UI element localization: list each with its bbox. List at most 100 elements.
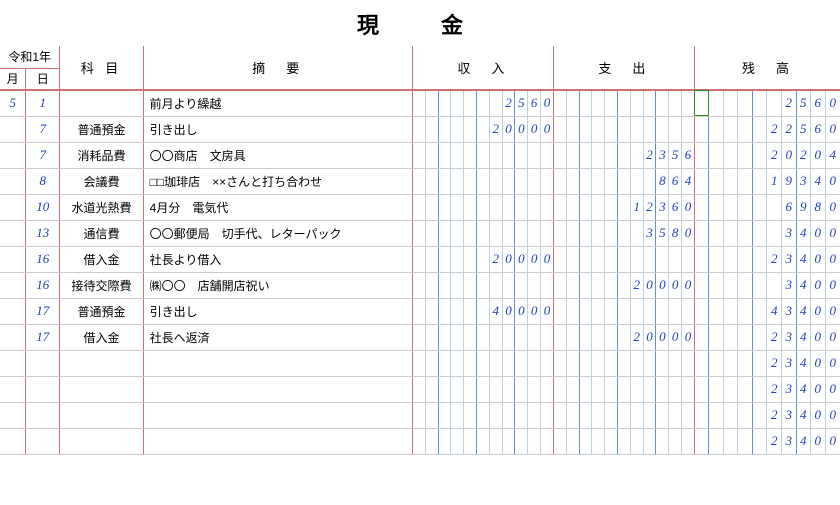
expense-digit[interactable] — [553, 350, 566, 376]
cell-account[interactable]: 会議費 — [60, 168, 143, 194]
income-digit[interactable] — [464, 402, 477, 428]
expense-digit[interactable]: 0 — [682, 272, 695, 298]
expense-digit[interactable] — [682, 298, 695, 324]
income-digit[interactable] — [515, 428, 528, 454]
cell-desc[interactable] — [143, 350, 412, 376]
income-digit[interactable] — [477, 90, 490, 116]
income-digit[interactable] — [438, 402, 451, 428]
income-digit[interactable] — [502, 142, 515, 168]
cell-desc[interactable]: ㈱〇〇 店舗開店祝い — [143, 272, 412, 298]
balance-digit[interactable]: 2 — [782, 90, 797, 116]
cell-day[interactable] — [26, 350, 60, 376]
balance-digit[interactable]: 3 — [782, 246, 797, 272]
balance-digit[interactable] — [752, 350, 767, 376]
income-digit[interactable] — [451, 246, 464, 272]
balance-digit[interactable] — [752, 298, 767, 324]
income-digit[interactable] — [464, 428, 477, 454]
balance-digit[interactable] — [752, 116, 767, 142]
balance-digit[interactable] — [709, 272, 724, 298]
expense-digit[interactable] — [566, 272, 579, 298]
income-digit[interactable] — [438, 90, 451, 116]
expense-digit[interactable] — [643, 376, 656, 402]
expense-digit[interactable]: 8 — [669, 220, 682, 246]
balance-digit[interactable]: 0 — [825, 194, 840, 220]
income-digit[interactable] — [477, 142, 490, 168]
income-digit[interactable]: 0 — [541, 246, 554, 272]
balance-digit[interactable] — [694, 376, 709, 402]
expense-digit[interactable] — [617, 142, 630, 168]
cell-desc[interactable] — [143, 376, 412, 402]
expense-digit[interactable] — [643, 116, 656, 142]
expense-digit[interactable]: 2 — [643, 194, 656, 220]
expense-digit[interactable] — [592, 142, 605, 168]
expense-digit[interactable] — [643, 350, 656, 376]
cell-account[interactable]: 通信費 — [60, 220, 143, 246]
expense-digit[interactable] — [605, 376, 618, 402]
cell-account[interactable] — [60, 402, 143, 428]
balance-digit[interactable] — [694, 116, 709, 142]
balance-digit[interactable] — [694, 272, 709, 298]
balance-digit[interactable]: 0 — [825, 402, 840, 428]
income-digit[interactable] — [412, 220, 425, 246]
balance-digit[interactable]: 4 — [796, 402, 811, 428]
expense-digit[interactable] — [553, 116, 566, 142]
balance-digit[interactable] — [709, 298, 724, 324]
balance-digit[interactable]: 9 — [796, 194, 811, 220]
income-digit[interactable] — [438, 428, 451, 454]
expense-digit[interactable] — [605, 402, 618, 428]
balance-digit[interactable] — [723, 428, 738, 454]
income-digit[interactable] — [541, 142, 554, 168]
cell-account[interactable]: 借入金 — [60, 246, 143, 272]
balance-digit[interactable]: 0 — [811, 220, 826, 246]
balance-digit[interactable]: 2 — [767, 350, 782, 376]
expense-digit[interactable] — [592, 428, 605, 454]
expense-digit[interactable] — [553, 194, 566, 220]
expense-digit[interactable] — [656, 246, 669, 272]
income-digit[interactable] — [412, 246, 425, 272]
expense-digit[interactable] — [579, 428, 592, 454]
income-digit[interactable] — [489, 350, 502, 376]
income-digit[interactable] — [477, 324, 490, 350]
expense-digit[interactable]: 1 — [630, 194, 643, 220]
expense-digit[interactable] — [656, 376, 669, 402]
balance-digit[interactable] — [752, 324, 767, 350]
income-digit[interactable] — [464, 168, 477, 194]
expense-digit[interactable] — [566, 220, 579, 246]
balance-digit[interactable] — [694, 350, 709, 376]
cell-desc[interactable]: 引き出し — [143, 298, 412, 324]
income-digit[interactable]: 0 — [515, 116, 528, 142]
income-digit[interactable] — [425, 246, 438, 272]
balance-digit[interactable] — [723, 402, 738, 428]
income-digit[interactable] — [477, 246, 490, 272]
expense-digit[interactable] — [630, 220, 643, 246]
income-digit[interactable]: 0 — [502, 116, 515, 142]
balance-digit[interactable] — [723, 168, 738, 194]
balance-digit[interactable]: 4 — [796, 272, 811, 298]
balance-digit[interactable] — [694, 402, 709, 428]
income-digit[interactable] — [438, 142, 451, 168]
expense-digit[interactable] — [553, 142, 566, 168]
income-digit[interactable] — [438, 350, 451, 376]
expense-digit[interactable] — [630, 168, 643, 194]
expense-digit[interactable]: 6 — [682, 142, 695, 168]
income-digit[interactable]: 2 — [502, 90, 515, 116]
expense-digit[interactable] — [669, 90, 682, 116]
income-digit[interactable] — [451, 116, 464, 142]
balance-digit[interactable]: 6 — [782, 194, 797, 220]
balance-digit[interactable]: 0 — [825, 350, 840, 376]
expense-digit[interactable] — [656, 90, 669, 116]
expense-digit[interactable] — [605, 90, 618, 116]
expense-digit[interactable] — [605, 272, 618, 298]
balance-digit[interactable]: 4 — [811, 168, 826, 194]
income-digit[interactable] — [489, 324, 502, 350]
income-digit[interactable] — [528, 142, 541, 168]
income-digit[interactable]: 0 — [541, 116, 554, 142]
balance-digit[interactable]: 0 — [811, 142, 826, 168]
income-digit[interactable] — [412, 116, 425, 142]
balance-digit[interactable] — [767, 90, 782, 116]
balance-digit[interactable] — [752, 428, 767, 454]
expense-digit[interactable] — [617, 402, 630, 428]
balance-digit[interactable] — [738, 246, 753, 272]
income-digit[interactable] — [451, 350, 464, 376]
income-digit[interactable] — [515, 376, 528, 402]
